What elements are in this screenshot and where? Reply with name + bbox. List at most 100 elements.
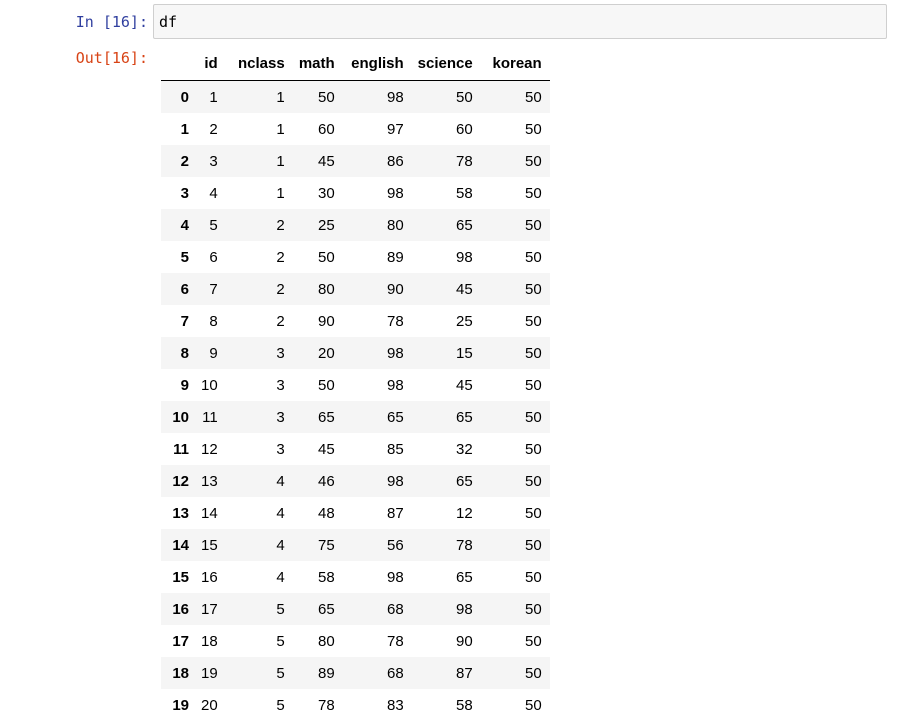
cell-id: 19 xyxy=(201,664,218,682)
table-header-row: id nclass math english science korean xyxy=(161,47,550,81)
cell-nclass: 4 xyxy=(276,472,285,490)
cell-korean: 50 xyxy=(525,504,542,522)
cell-math: 50 xyxy=(318,376,335,394)
row-index: 14 xyxy=(172,536,189,554)
table-row: 5 6 2 50 89 98 50 xyxy=(161,241,550,273)
cell-english: 87 xyxy=(387,504,404,522)
cell-korean: 50 xyxy=(525,568,542,586)
row-index: 18 xyxy=(172,664,189,682)
cell-english: 89 xyxy=(387,248,404,266)
cell-korean: 50 xyxy=(525,88,542,106)
cell-korean: 50 xyxy=(525,536,542,554)
cell-english: 98 xyxy=(387,376,404,394)
cell-science: 58 xyxy=(456,696,473,714)
cell-nclass: 2 xyxy=(276,248,285,266)
cell-science: 50 xyxy=(456,88,473,106)
cell-science: 45 xyxy=(456,280,473,298)
column-header-nclass: nclass xyxy=(225,47,293,81)
table-row: 18 19 5 89 68 87 50 xyxy=(161,657,550,689)
row-index: 3 xyxy=(180,184,189,202)
code-input[interactable]: df xyxy=(153,4,887,39)
cell-science: 98 xyxy=(456,248,473,266)
cell-id: 6 xyxy=(209,248,218,266)
cell-nclass: 1 xyxy=(276,120,285,138)
table-row: 14 15 4 75 56 78 50 xyxy=(161,529,550,561)
cell-id: 7 xyxy=(209,280,218,298)
cell-nclass: 3 xyxy=(276,344,285,362)
cell-math: 30 xyxy=(318,184,335,202)
cell-science: 90 xyxy=(456,632,473,650)
cell-english: 78 xyxy=(387,312,404,330)
table-row: 11 12 3 45 85 32 50 xyxy=(161,433,550,465)
cell-english: 68 xyxy=(387,600,404,618)
table-row: 1 2 1 60 97 60 50 xyxy=(161,113,550,145)
cell-math: 65 xyxy=(318,408,335,426)
cell-nclass: 5 xyxy=(276,696,285,714)
cell-korean: 50 xyxy=(525,664,542,682)
cell-english: 90 xyxy=(387,280,404,298)
cell-math: 78 xyxy=(318,696,335,714)
cell-id: 18 xyxy=(201,632,218,650)
cell-id: 9 xyxy=(209,344,218,362)
cell-science: 87 xyxy=(456,664,473,682)
cell-science: 60 xyxy=(456,120,473,138)
column-header-id: id xyxy=(197,47,226,81)
cell-id: 17 xyxy=(201,600,218,618)
cell-science: 25 xyxy=(456,312,473,330)
cell-math: 46 xyxy=(318,472,335,490)
cell-science: 78 xyxy=(456,152,473,170)
table-row: 9 10 3 50 98 45 50 xyxy=(161,369,550,401)
cell-english: 98 xyxy=(387,472,404,490)
row-index: 7 xyxy=(180,312,189,330)
cell-id: 3 xyxy=(209,152,218,170)
cell-nclass: 4 xyxy=(276,504,285,522)
cell-math: 45 xyxy=(318,440,335,458)
cell-korean: 50 xyxy=(525,152,542,170)
table-row: 3 4 1 30 98 58 50 xyxy=(161,177,550,209)
cell-id: 16 xyxy=(201,568,218,586)
cell-english: 68 xyxy=(387,664,404,682)
table-row: 7 8 2 90 78 25 50 xyxy=(161,305,550,337)
table-row: 17 18 5 80 78 90 50 xyxy=(161,625,550,657)
cell-math: 89 xyxy=(318,664,335,682)
row-index: 8 xyxy=(180,344,189,362)
cell-english: 98 xyxy=(387,88,404,106)
cell-nclass: 4 xyxy=(276,536,285,554)
table-row: 4 5 2 25 80 65 50 xyxy=(161,209,550,241)
cell-science: 32 xyxy=(456,440,473,458)
cell-nclass: 1 xyxy=(276,152,285,170)
cell-korean: 50 xyxy=(525,312,542,330)
cell-english: 65 xyxy=(387,408,404,426)
cell-science: 12 xyxy=(456,504,473,522)
cell-nclass: 5 xyxy=(276,664,285,682)
cell-id: 12 xyxy=(201,440,218,458)
row-index: 19 xyxy=(172,696,189,714)
cell-korean: 50 xyxy=(525,440,542,458)
table-row: 16 17 5 65 68 98 50 xyxy=(161,593,550,625)
column-header-korean: korean xyxy=(480,47,550,81)
table-row: 6 7 2 80 90 45 50 xyxy=(161,273,550,305)
cell-science: 45 xyxy=(456,376,473,394)
cell-nclass: 1 xyxy=(276,88,285,106)
cell-nclass: 1 xyxy=(276,184,285,202)
cell-math: 65 xyxy=(318,600,335,618)
cell-id: 8 xyxy=(209,312,218,330)
cell-math: 80 xyxy=(318,280,335,298)
cell-english: 98 xyxy=(387,184,404,202)
row-index: 11 xyxy=(173,440,189,458)
table-row: 8 9 3 20 98 15 50 xyxy=(161,337,550,369)
column-header-math: math xyxy=(292,47,343,81)
cell-nclass: 2 xyxy=(276,312,285,330)
cell-english: 98 xyxy=(387,344,404,362)
cell-math: 80 xyxy=(318,632,335,650)
cell-korean: 50 xyxy=(525,248,542,266)
cell-korean: 50 xyxy=(525,216,542,234)
row-index: 9 xyxy=(180,376,189,394)
table-row: 13 14 4 48 87 12 50 xyxy=(161,497,550,529)
cell-korean: 50 xyxy=(525,696,542,714)
cell-id: 10 xyxy=(201,376,218,394)
cell-math: 90 xyxy=(318,312,335,330)
row-index: 2 xyxy=(180,152,189,170)
cell-math: 58 xyxy=(318,568,335,586)
cell-english: 83 xyxy=(387,696,404,714)
